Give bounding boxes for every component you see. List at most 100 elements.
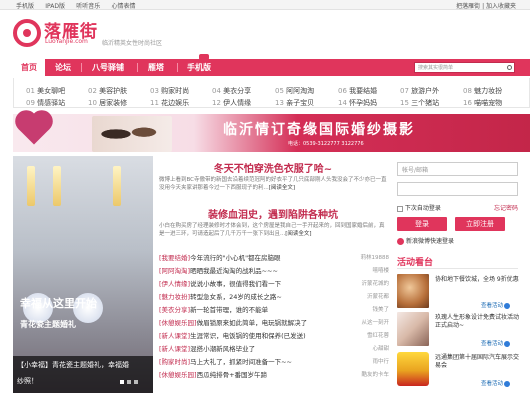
category-label[interactable]: 三个猪站 [411, 99, 439, 107]
list-author[interactable]: 嘻嘻楼 [372, 265, 389, 278]
category-label[interactable]: 旅游户外 [411, 87, 439, 95]
category-label[interactable]: 居家装修 [99, 99, 127, 107]
list-item[interactable]: [我要结婚]今年流行的"小心机"都在房脑眼 莉林19888 [159, 252, 389, 265]
password-field[interactable] [397, 182, 518, 196]
list-author[interactable]: 酷友的卡车 [361, 369, 389, 382]
list-item[interactable]: [美衣分享]新一轮首带理，谁的不能单 钱美了 [159, 304, 389, 317]
sina-login-text[interactable]: 新浪微博快速登录 [406, 238, 454, 245]
activity-more-link[interactable]: 查看活动 [481, 301, 511, 309]
category-link[interactable]: 13 亲子宝贝 [275, 98, 314, 108]
category-link[interactable]: 01 美女聊吧 [26, 86, 65, 96]
activity-more-label[interactable]: 查看活动 [481, 381, 503, 387]
top-link-mood[interactable]: 心情表情 [111, 3, 135, 10]
list-category[interactable]: [美衣分享] [159, 306, 190, 314]
list-author[interactable]: 从这一刻开 [361, 317, 389, 330]
activity-item[interactable]: 远通集团第十届国际汽车展示交易会 查看活动 [397, 352, 519, 394]
list-item[interactable]: [阿阿淘淘]晒晒我最近淘淘的战利品~~~ 嘻嘻楼 [159, 265, 389, 278]
list-title[interactable]: 说说小故事，很值得我们看一下 [190, 280, 281, 288]
nav-home[interactable]: 首页 [13, 59, 45, 76]
list-category[interactable]: [休憩娱乐园] [159, 371, 197, 379]
list-item[interactable]: [新人课堂]混搭小潮新风格毕业了 心甜甜 [159, 343, 389, 356]
list-category[interactable]: [我要结婚] [159, 254, 190, 262]
list-category[interactable]: [购家时尚] [159, 358, 190, 366]
list-item[interactable]: [休憩娱乐园]西瓜纯排骨+番国岁午蹄 酷友的卡车 [159, 369, 389, 382]
remember-checkbox[interactable]: 下次自动登录 [397, 203, 441, 212]
activity-more-label[interactable]: 查看活动 [481, 303, 503, 309]
category-label[interactable]: 我要结婚 [349, 87, 377, 95]
list-category[interactable]: [新人课堂] [159, 332, 190, 340]
list-title[interactable]: 今年流行的"小心机"都在房脑眼 [190, 254, 280, 262]
category-link[interactable]: 16 喵喵宠物 [463, 98, 502, 108]
list-author[interactable]: 莉林19888 [361, 252, 390, 265]
list-title[interactable]: 晒晒我最近淘淘的战利品~~~ [190, 267, 278, 275]
category-link[interactable]: 12 伊人情缘 [212, 98, 251, 108]
hero-title-line2[interactable]: 纱照！ [17, 376, 38, 386]
sina-login[interactable]: 新浪微博快速登录 [397, 236, 454, 245]
activity-text[interactable]: 远通集团第十届国际汽车展示交易会 [435, 354, 519, 370]
category-label[interactable]: 花边娱乐 [161, 99, 189, 107]
list-category[interactable]: [休憩娱乐园] [159, 319, 197, 327]
top-link-music[interactable]: 听听音乐 [76, 3, 100, 10]
activity-more-label[interactable]: 查看活动 [481, 341, 503, 347]
read-more-link[interactable]: [阅读全文] [269, 185, 295, 191]
category-label[interactable]: 怀孕妈妈 [349, 99, 377, 107]
nav-tower[interactable]: 雁塔 [139, 59, 173, 76]
logo-icon[interactable] [13, 19, 41, 47]
category-link[interactable]: 05 阿阿淘淘 [275, 86, 314, 96]
top-link-mobile[interactable]: 手机版 [16, 3, 34, 10]
category-label[interactable]: 阿阿淘淘 [286, 87, 314, 95]
list-item[interactable]: [魅力妆扮]转型急女系，24岁的成长之路~ 沂蒙花都 [159, 291, 389, 304]
category-label[interactable]: 美女聊吧 [37, 87, 65, 95]
category-label[interactable]: 伊人情缘 [223, 99, 251, 107]
category-label[interactable]: 亲子宝贝 [286, 99, 314, 107]
list-title[interactable]: 生涯常识，电饭锅的使用和保养(已发送) [190, 332, 306, 340]
category-link[interactable]: 06 我要结婚 [338, 86, 377, 96]
category-link[interactable]: 10 居家装修 [88, 98, 127, 108]
category-label[interactable]: 情感驿站 [37, 99, 65, 107]
list-author[interactable]: 雪红花蓉 [367, 330, 389, 343]
hero-title-bar[interactable]: 【小幸福】青花瓷主题婚礼，幸福婚 纱照！ [13, 356, 153, 393]
forgot-password-link[interactable]: 忘记密码 [494, 203, 518, 212]
login-button[interactable]: 登录 [397, 217, 447, 231]
activity-text[interactable]: 协和地下餐饮城，全场 9折优惠 [435, 276, 519, 284]
category-link[interactable]: 02 美容护肤 [88, 86, 127, 96]
activity-item[interactable]: 协和地下餐饮城，全场 9折优惠 查看活动 [397, 274, 519, 316]
activity-image[interactable] [397, 352, 429, 386]
list-title[interactable]: 转型急女系，24岁的成长之路~ [190, 293, 282, 301]
category-link[interactable]: 03 购家时尚 [150, 86, 189, 96]
top-link-ipad[interactable]: IPAD版 [45, 3, 65, 10]
list-title[interactable]: 西瓜纯排骨+番国岁午蹄 [197, 371, 267, 379]
category-link[interactable]: 14 怀孕妈妈 [338, 98, 377, 108]
category-label[interactable]: 美衣分享 [223, 87, 251, 95]
headline-2[interactable]: 装修血泪史，遇到陷阱各种坑 [156, 206, 390, 221]
search-input[interactable]: 搜索其实很简单 [414, 62, 515, 73]
category-label[interactable]: 购家时尚 [161, 87, 189, 95]
list-author[interactable]: 雨中行 [372, 356, 389, 369]
list-author[interactable]: 沂蒙花都 [367, 291, 389, 304]
list-author[interactable]: 钱美了 [372, 304, 389, 317]
list-category[interactable]: [伊人情缘] [159, 280, 190, 288]
category-label[interactable]: 喵喵宠物 [474, 99, 502, 107]
nav-forum[interactable]: 论坛 [47, 59, 79, 76]
list-item[interactable]: [伊人情缘]说说小故事，很值得我们看一下 沂蒙花城的 [159, 278, 389, 291]
slide-dot[interactable] [127, 380, 131, 384]
category-link[interactable]: 08 魅力妆扮 [463, 86, 502, 96]
list-category[interactable]: [魅力妆扮] [159, 293, 190, 301]
activity-text[interactable]: 玖瑰人生形象设计免费试妆活动正式启动~ [435, 314, 519, 330]
headline-1[interactable]: 冬天不怕穿洗色衣服了哈~ [156, 160, 390, 175]
list-title[interactable]: 马上大礼了，抓紧时间准备一下~~ [190, 358, 292, 366]
list-title[interactable]: 新一轮首带理，谁的不能单 [190, 306, 268, 314]
activity-more-link[interactable]: 查看活动 [481, 379, 511, 387]
activity-more-link[interactable]: 查看活动 [481, 339, 511, 347]
activity-image[interactable] [397, 312, 429, 346]
category-link[interactable]: 11 花边娱乐 [150, 98, 189, 108]
list-category[interactable]: [阿阿淘淘] [159, 267, 190, 275]
list-title[interactable]: 混搭小潮新风格毕业了 [190, 345, 255, 353]
list-item[interactable]: [新人课堂]生涯常识，电饭锅的使用和保养(已发送) 雪红花蓉 [159, 330, 389, 343]
category-link[interactable]: 15 三个猪站 [400, 98, 439, 108]
activity-image[interactable] [397, 274, 429, 308]
category-link[interactable]: 09 情感驿站 [26, 98, 65, 108]
list-author[interactable]: 沂蒙花城的 [361, 278, 389, 291]
category-label[interactable]: 魅力妆扮 [474, 87, 502, 95]
list-item[interactable]: [休憩娱乐园]做眉锁原来如此简单，电玩锅就解决了 从这一刻开 [159, 317, 389, 330]
